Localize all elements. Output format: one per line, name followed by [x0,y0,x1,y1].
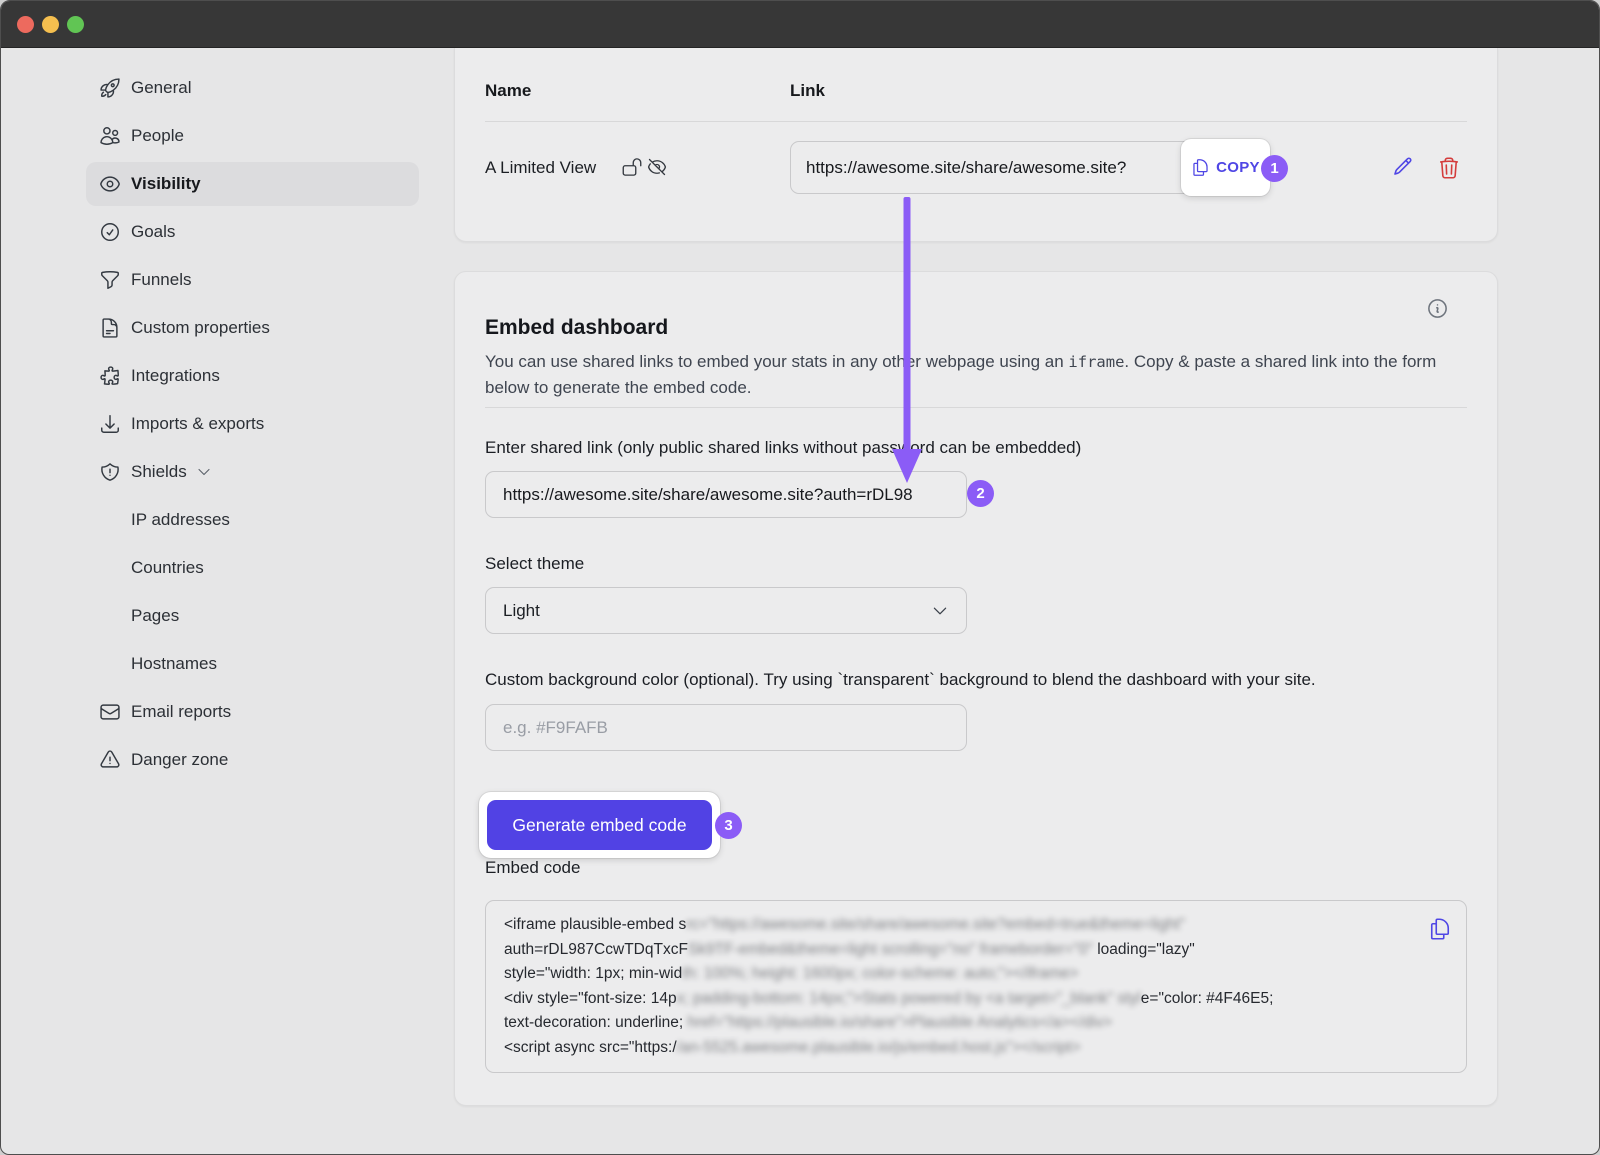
embed-code-line: <script async src="https://an-5525.aweso… [504,1036,1448,1061]
sidebar-item-hostnames[interactable]: Hostnames [86,642,419,686]
embed-code-textarea[interactable]: <iframe plausible-embed src="https://awe… [485,900,1467,1073]
sidebar-item-label: Integrations [131,366,220,386]
embed-code-line: <iframe plausible-embed src="https://awe… [504,913,1448,938]
sidebar-item-custom-properties[interactable]: Custom properties [86,306,419,350]
copy-embed-code-button[interactable] [1428,917,1452,941]
warning-icon [99,749,121,771]
embed-code-line: text-decoration: underline; href="https:… [504,1011,1448,1036]
eye-slash-icon [647,157,667,177]
users-icon [99,125,121,147]
embed-card-divider [485,407,1467,408]
sidebar-item-danger-zone[interactable]: Danger zone [86,738,419,782]
copy-icon [1428,917,1452,941]
sidebar-item-pages[interactable]: Pages [86,594,419,638]
minimize-window-button[interactable] [42,16,59,33]
sidebar-item-label: General [131,78,191,98]
copy-icon [1191,158,1210,177]
background-color-label: Custom background color (optional). Try … [485,670,1447,690]
generate-embed-code-button[interactable]: Generate embed code [487,800,712,850]
trash-icon [1437,156,1461,180]
shared-link-url-field[interactable] [790,141,1248,194]
embed-card-description: You can use shared links to embed your s… [485,349,1443,401]
background-color-input[interactable] [485,704,967,751]
shield-icon [99,461,121,483]
embed-dashboard-card: Embed dashboard You can use shared links… [454,271,1498,1106]
sidebar-item-label: Custom properties [131,318,270,338]
shared-link-input-label: Enter shared link (only public shared li… [485,438,1081,458]
shared-links-card: Name Link A Limited View COPY 1 [454,48,1498,242]
sidebar-item-label: Danger zone [131,750,228,770]
delete-link-button[interactable] [1437,156,1461,180]
theme-select-label: Select theme [485,554,584,574]
sidebar-item-general[interactable]: General [86,66,419,110]
lock-open-icon [622,157,642,177]
sidebar-item-label: Shields [131,462,187,482]
window-titlebar [1,1,1599,48]
embed-code-label: Embed code [485,858,580,878]
chevron-down-icon [931,602,949,620]
sidebar-item-label: IP addresses [131,510,230,530]
sidebar-item-label: Countries [131,558,204,578]
sidebar-item-funnels[interactable]: Funnels [86,258,419,302]
theme-select-value: Light [503,601,540,621]
sidebar-item-label: Hostnames [131,654,217,674]
sidebar-item-countries[interactable]: Countries [86,546,419,590]
sidebar-item-email-reports[interactable]: Email reports [86,690,419,734]
copy-button-highlight: COPY [1181,139,1270,196]
info-icon[interactable] [1426,297,1449,320]
theme-select[interactable]: Light [485,587,967,634]
table-header-divider [485,121,1467,122]
embed-code-line: auth=rDL987CcwTDqTxcFSk9TF-embed&theme=l… [504,938,1448,963]
sidebar-item-people[interactable]: People [86,114,419,158]
sidebar-item-goals[interactable]: Goals [86,210,419,254]
chevron-down-icon [196,464,212,480]
eye-icon [99,173,121,195]
sidebar-item-label: Imports & exports [131,414,264,434]
column-header-name: Name [485,81,531,101]
download-icon [99,413,121,435]
document-icon [99,317,121,339]
sidebar-item-label: Email reports [131,702,231,722]
shared-link-name: A Limited View [485,158,596,178]
sidebar-item-label: Visibility [131,174,201,194]
sidebar-item-shields[interactable]: Shields [86,450,419,494]
app-window: General People Visibility Goals Funnels Custo… [0,0,1600,1155]
column-header-link: Link [790,81,825,101]
sidebar-item-visibility[interactable]: Visibility [86,162,419,206]
sidebar-item-label: People [131,126,184,146]
embed-code-line: <div style="font-size: 14px; padding-bot… [504,987,1448,1012]
pencil-icon [1389,156,1413,180]
sidebar-item-integrations[interactable]: Integrations [86,354,419,398]
copy-button-label: COPY [1216,159,1260,176]
step-badge-1: 1 [1261,155,1288,182]
step-badge-2: 2 [967,480,994,507]
copy-link-button[interactable]: COPY [1185,157,1266,178]
sidebar-item-imports-exports[interactable]: Imports & exports [86,402,419,446]
rocket-icon [99,77,121,99]
embed-code-line: style="width: 1px; min-width: 100%; heig… [504,962,1448,987]
sidebar-item-label: Goals [131,222,175,242]
settings-sidebar: General People Visibility Goals Funnels Custo… [86,66,419,786]
check-circle-icon [99,221,121,243]
close-window-button[interactable] [17,16,34,33]
edit-link-button[interactable] [1389,156,1413,180]
embed-card-title: Embed dashboard [485,316,668,340]
step-badge-3: 3 [715,812,742,839]
funnel-icon [99,269,121,291]
sidebar-item-label: Funnels [131,270,191,290]
zoom-window-button[interactable] [67,16,84,33]
sidebar-item-label: Pages [131,606,179,626]
envelope-icon [99,701,121,723]
shared-link-input[interactable] [485,471,967,518]
puzzle-icon [99,365,121,387]
sidebar-item-ip-addresses[interactable]: IP addresses [86,498,419,542]
traffic-lights [17,16,84,33]
